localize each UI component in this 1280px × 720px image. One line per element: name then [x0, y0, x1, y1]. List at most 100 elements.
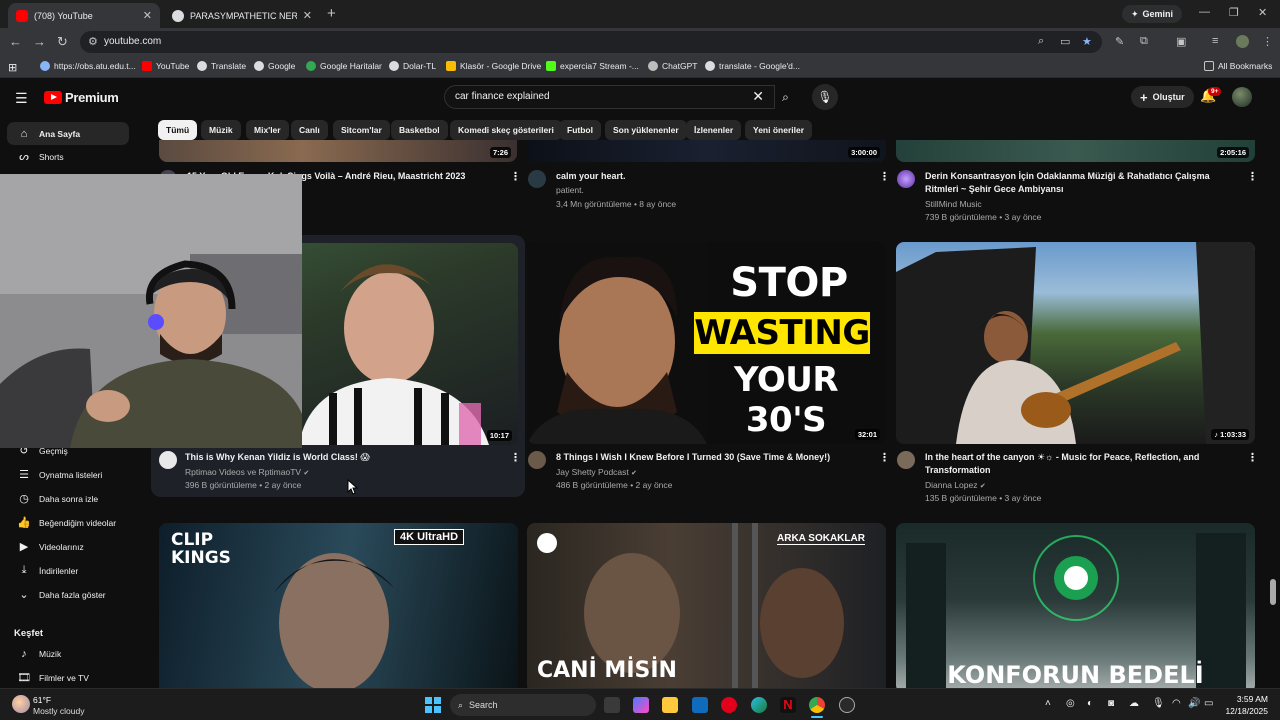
- clock-time[interactable]: 3:59 AM: [1228, 694, 1268, 704]
- bookmark-google[interactable]: Google: [254, 61, 295, 71]
- battery-icon[interactable]: ▭: [1204, 698, 1213, 709]
- sidebar-item-watch-later[interactable]: ◷ Daha sonra izle: [7, 487, 129, 510]
- voice-search-button[interactable]: 🎙: [812, 84, 838, 110]
- sidebar-item-your-videos[interactable]: ▶ Videolarınız: [7, 535, 129, 558]
- bookmark-translate[interactable]: Translate: [197, 61, 246, 71]
- copilot-icon[interactable]: [633, 697, 649, 713]
- account-avatar[interactable]: [1232, 87, 1252, 107]
- video-title[interactable]: This is Why Kenan Yildiz is World Class!…: [185, 451, 495, 464]
- new-tab-button[interactable]: +: [327, 5, 336, 22]
- sidebar-item-movies-tv[interactable]: 🎞 Filmler ve TV: [7, 666, 129, 688]
- channel-avatar[interactable]: [159, 451, 177, 469]
- chrome-icon[interactable]: [809, 697, 825, 713]
- url-text[interactable]: youtube.com: [104, 36, 161, 47]
- chip-sketch-comedy[interactable]: Komedi skeç gösterileri: [450, 120, 562, 140]
- windows-start-icon[interactable]: [425, 697, 441, 713]
- chip-live[interactable]: Canlı: [291, 120, 328, 140]
- close-tab-icon[interactable]: ✕: [143, 9, 152, 22]
- cloud-icon[interactable]: ☁: [1129, 698, 1139, 709]
- more-actions-icon[interactable]: ⋮: [510, 451, 521, 464]
- sidebar-item-home[interactable]: ⌂ Ana Sayfa: [7, 122, 129, 145]
- more-actions-icon[interactable]: ⋮: [879, 170, 890, 183]
- taskbar-search[interactable]: ⌕ Search: [450, 694, 596, 716]
- chip-basketball[interactable]: Basketbol: [391, 120, 448, 140]
- zoom-icon[interactable]: ⌕: [1038, 35, 1044, 48]
- video-title[interactable]: Derin Konsantrasyon İçin Odaklanma Müziğ…: [925, 170, 1225, 196]
- more-actions-icon[interactable]: ⋮: [1247, 170, 1258, 183]
- discord-icon[interactable]: ◙: [1108, 698, 1114, 709]
- volume-icon[interactable]: 🔊: [1188, 698, 1200, 709]
- tab-youtube[interactable]: (708) YouTube ✕: [8, 3, 160, 28]
- channel-avatar[interactable]: [528, 170, 546, 188]
- chip-mixes[interactable]: Mix'ler: [246, 120, 289, 140]
- reload-icon[interactable]: ↻: [57, 34, 68, 50]
- create-button[interactable]: + Oluştur: [1131, 86, 1194, 108]
- video-thumbnail[interactable]: CLIP KINGS 4K UltraHD: [159, 523, 518, 688]
- chip-sitcoms[interactable]: Sitcom'lar: [333, 120, 390, 140]
- channel-avatar[interactable]: [528, 451, 546, 469]
- sidebar-item-liked-videos[interactable]: 👍 Beğendiğim videolar: [7, 511, 129, 534]
- chrome-menu-icon[interactable]: ⋮: [1262, 35, 1273, 48]
- sidebar-item-music[interactable]: ♪ Müzik: [7, 642, 129, 665]
- weather-description[interactable]: Mostly cloudy: [33, 706, 85, 716]
- video-thumbnail[interactable]: 2:05:16: [896, 140, 1255, 162]
- extensions-puzzle-icon[interactable]: ⧉: [1140, 35, 1148, 48]
- video-thumbnail[interactable]: 7:26: [159, 140, 517, 162]
- address-bar[interactable]: ⚙ youtube.com ⌕ ▭ ★: [80, 31, 1102, 53]
- cast-icon[interactable]: ▭: [1060, 35, 1070, 48]
- sidebar-item-playlists[interactable]: ☰ Oynatma listeleri: [7, 463, 129, 486]
- site-info-icon[interactable]: ⚙: [88, 35, 98, 48]
- channel-avatar[interactable]: [897, 170, 915, 188]
- search-button[interactable]: ⌕: [772, 85, 799, 109]
- video-thumbnail[interactable]: 3:00:00: [527, 140, 886, 162]
- bookmark-dolar[interactable]: Dolar-TL: [389, 61, 436, 71]
- video-title[interactable]: In the heart of the canyon ☀︎☼ - Music f…: [925, 451, 1225, 477]
- apps-grid-icon[interactable]: ⊞: [8, 61, 17, 74]
- weather-icon[interactable]: [12, 695, 30, 713]
- video-title[interactable]: 8 Things I Wish I Knew Before I Turned 3…: [556, 451, 866, 464]
- channel-avatar[interactable]: [897, 451, 915, 469]
- chip-new-to-you[interactable]: Yeni öneriler: [745, 120, 813, 140]
- weather-temperature[interactable]: 61°F: [33, 695, 51, 705]
- channel-name[interactable]: patient.: [556, 183, 584, 197]
- bookmark-translate-google[interactable]: translate - Google'd...: [705, 61, 800, 71]
- chip-football[interactable]: Futbol: [559, 120, 601, 140]
- all-bookmarks[interactable]: All Bookmarks: [1204, 61, 1272, 71]
- wifi-icon[interactable]: ◠: [1172, 698, 1181, 709]
- steam-icon[interactable]: ◐: [1087, 698, 1093, 709]
- tab-parasympathetic[interactable]: PARASYMPATHETIC NERVOUS S ✕: [164, 3, 320, 28]
- gemini-button[interactable]: ✦ Gemini: [1122, 5, 1183, 23]
- edge-icon[interactable]: [751, 697, 767, 713]
- chip-watched[interactable]: İzlenenler: [686, 120, 742, 140]
- sidebar-item-downloads[interactable]: ⤓ İndirilenler: [7, 559, 129, 582]
- show-hidden-icons-icon[interactable]: ˄: [1045, 698, 1051, 709]
- video-title[interactable]: calm your heart.: [556, 170, 856, 183]
- more-actions-icon[interactable]: ⋮: [879, 451, 890, 464]
- search-query[interactable]: car finance explained: [455, 91, 550, 102]
- close-window-button[interactable]: ✕: [1258, 6, 1267, 19]
- opera-icon[interactable]: [721, 697, 737, 713]
- bookmark-star-icon[interactable]: ★: [1082, 35, 1092, 48]
- video-thumbnail[interactable]: STOP WASTING YOUR 30'S 32:01: [527, 242, 886, 444]
- file-explorer-icon[interactable]: [662, 697, 678, 713]
- video-thumbnail[interactable]: ARKA SOKAKLAR CANİ MİSİN: [527, 523, 886, 688]
- bookmark-youtube[interactable]: YouTube: [142, 61, 189, 71]
- task-view-icon[interactable]: [604, 697, 620, 713]
- back-icon[interactable]: ←: [9, 34, 22, 49]
- channel-name[interactable]: StillMind Music: [925, 197, 982, 211]
- bookmark-chatgpt[interactable]: ChatGPT: [648, 61, 697, 71]
- more-actions-icon[interactable]: ⋮: [510, 170, 521, 183]
- video-thumbnail[interactable]: KONFORUN BEDELİ: [896, 523, 1255, 688]
- channel-name[interactable]: Dianna Lopez: [925, 480, 977, 490]
- reading-list-icon[interactable]: ≡: [1212, 35, 1218, 47]
- forward-icon[interactable]: →: [33, 34, 46, 49]
- clear-search-icon[interactable]: ✕: [752, 88, 764, 105]
- chip-music[interactable]: Müzik: [201, 120, 241, 140]
- bookmark-obs[interactable]: https://obs.atu.edu.t...: [40, 61, 136, 71]
- page-scrollbar[interactable]: [1270, 579, 1276, 605]
- youtube-premium-logo[interactable]: Premium: [44, 90, 119, 105]
- close-tab-icon[interactable]: ✕: [303, 9, 312, 22]
- maximize-button[interactable]: ❐: [1229, 6, 1239, 19]
- tray-app-icon[interactable]: ◎: [1066, 698, 1075, 709]
- bookmark-drive[interactable]: Klasör - Google Drive: [446, 61, 541, 71]
